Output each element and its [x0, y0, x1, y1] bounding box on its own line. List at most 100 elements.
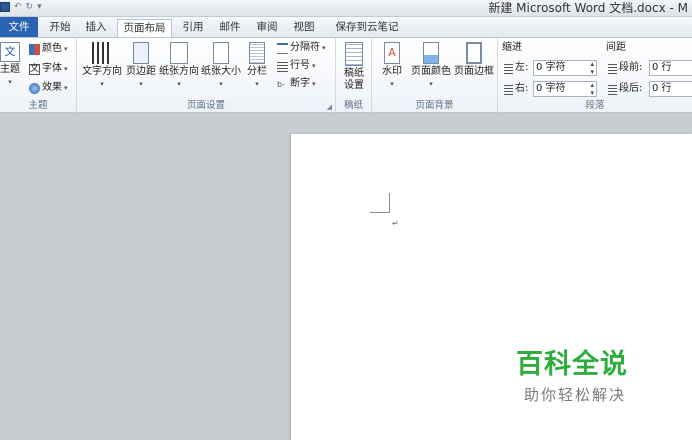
columns-button[interactable]: 分栏 ▾ [243, 42, 271, 90]
group-label-draft-paper: 稿纸 [343, 100, 363, 111]
watermark-icon: A [384, 42, 400, 64]
text-direction-button[interactable]: 文字方向 ▾ [81, 42, 123, 90]
ribbon: 文 主题 ▾ 颜色 ▾ 文 字体 ▾ 效果 ▾ 主题 文字方向 ▾ 页边距 ▾ … [0, 37, 692, 113]
page-borders-button[interactable]: 页面边框 [453, 42, 495, 78]
theme-effects-button[interactable]: 效果 ▾ [29, 82, 68, 94]
title-bar: ↶ ↻ ▾ 新建 Microsoft Word 文档.docx - M [0, 0, 692, 17]
margins-button[interactable]: 页边距 ▾ [124, 42, 158, 90]
window-title: 新建 Microsoft Word 文档.docx - M [488, 1, 688, 15]
draft-paper-settings-button[interactable]: 稿纸 设置 [339, 42, 369, 92]
chevron-down-icon: ▾ [64, 45, 68, 53]
color-palette-icon [29, 43, 40, 55]
group-draft-paper: 稿纸 设置 稿纸 [336, 38, 372, 113]
theme-colors-button[interactable]: 颜色 ▾ [29, 43, 68, 55]
group-themes: 文 主题 ▾ 颜色 ▾ 文 字体 ▾ 效果 ▾ 主题 [0, 38, 77, 113]
breaks-button[interactable]: 分隔符 ▾ [277, 42, 326, 54]
watermark-label: 水印 [382, 66, 402, 77]
chevron-down-icon: ▾ [64, 84, 68, 92]
save-icon[interactable] [0, 2, 10, 12]
group-page-setup: 文字方向 ▾ 页边距 ▾ 纸张方向 ▾ 纸张大小 ▾ 分栏 ▾ 分隔符 ▾ 行号… [77, 38, 336, 113]
draft-paper-icon [345, 42, 363, 66]
group-label-paragraph: 段落 [585, 100, 605, 111]
spacing-before-icon [608, 62, 617, 74]
indent-right-value: 0 字符 [536, 83, 566, 94]
page-color-icon [423, 42, 439, 64]
line-numbers-button[interactable]: 行号 ▾ [277, 60, 316, 72]
undo-icon[interactable]: ↶ [14, 1, 22, 13]
breaks-label: 分隔符 [290, 42, 320, 53]
spacing-after-field[interactable]: 0 行 [649, 81, 692, 97]
tab-home[interactable]: 开始 [44, 19, 76, 37]
themes-button[interactable]: 文 主题 ▾ [0, 42, 22, 88]
themes-label: 主题 [0, 64, 20, 75]
draft-paper-label-line1: 稿纸 [344, 68, 364, 79]
tab-page-layout[interactable]: 页面布局 [117, 19, 172, 37]
document-page[interactable] [291, 134, 692, 440]
page-color-button[interactable]: 页面颜色 ▾ [410, 42, 452, 90]
spacing-after-icon [608, 83, 617, 95]
margins-label: 页边距 [126, 66, 156, 77]
orientation-button[interactable]: 纸张方向 ▾ [158, 42, 200, 90]
indent-left-field[interactable]: 0 字符 ▴ ▾ [533, 60, 597, 76]
columns-icon [249, 42, 265, 64]
chevron-down-icon: ▾ [64, 65, 68, 73]
indent-right-icon [504, 83, 513, 95]
spacing-heading: 间距 [606, 42, 626, 53]
group-label-page-setup: 页面设置 [186, 100, 225, 111]
chevron-down-icon: ▾ [100, 80, 104, 88]
spinner-arrows-icon[interactable]: ▴ ▾ [590, 81, 594, 97]
spacing-after-value: 0 行 [652, 83, 672, 94]
quick-access-toolbar: ↶ ↻ ▾ [0, 1, 42, 13]
line-numbers-label: 行号 [290, 60, 310, 71]
watermark-button[interactable]: A 水印 ▾ [378, 42, 406, 90]
orientation-icon [170, 42, 188, 64]
columns-label: 分栏 [247, 66, 267, 77]
line-numbers-icon [277, 60, 288, 72]
customize-qat-icon[interactable]: ▾ [37, 1, 42, 13]
chevron-down-icon: ▾ [139, 80, 143, 88]
tab-file[interactable]: 文件 [0, 17, 38, 37]
tab-mailings[interactable]: 邮件 [214, 19, 246, 37]
hyphenation-button[interactable]: b- 断字 ▾ [277, 78, 316, 90]
ribbon-tabs: 文件 开始 插入 页面布局 引用 邮件 审阅 视图 保存到云笔记 [0, 17, 692, 37]
orientation-label: 纸张方向 [159, 66, 199, 77]
indent-right-field[interactable]: 0 字符 ▴ ▾ [533, 81, 597, 97]
chevron-down-icon: ▾ [177, 80, 181, 88]
paragraph-mark: ↵ [392, 219, 399, 228]
size-button[interactable]: 纸张大小 ▾ [200, 42, 242, 90]
group-paragraph: 缩进 左: 0 字符 ▴ ▾ 右: 0 字符 ▴ ▾ 间距 段前: 0 行 段后: [498, 38, 692, 113]
margin-corner-mark [370, 193, 390, 213]
theme-effects-label: 效果 [42, 82, 62, 93]
size-label: 纸张大小 [201, 66, 241, 77]
chevron-down-icon: ▾ [390, 80, 394, 88]
theme-colors-label: 颜色 [42, 43, 62, 54]
themes-icon: 文 [0, 42, 20, 62]
effects-icon [29, 82, 40, 94]
spacing-before-field[interactable]: 0 行 [649, 60, 692, 76]
text-direction-icon [92, 42, 112, 64]
breaks-icon [277, 42, 288, 54]
hyphenation-icon: b- [277, 79, 285, 89]
tab-references[interactable]: 引用 [177, 19, 209, 37]
spinner-arrows-icon[interactable]: ▴ ▾ [590, 60, 594, 76]
tab-save-to-cloud-notes[interactable]: 保存到云笔记 [330, 19, 404, 37]
spacing-before-value: 0 行 [652, 62, 672, 73]
group-label-themes: 主题 [28, 100, 48, 111]
redo-icon[interactable]: ↻ [26, 1, 34, 13]
theme-fonts-button[interactable]: 文 字体 ▾ [29, 63, 68, 75]
text-direction-label: 文字方向 [82, 66, 122, 77]
tab-view[interactable]: 视图 [288, 19, 320, 37]
draft-paper-label-line2: 设置 [344, 80, 364, 91]
tab-review[interactable]: 审阅 [251, 19, 283, 37]
indent-left-text: 左: [515, 62, 529, 73]
tab-insert[interactable]: 插入 [80, 19, 112, 37]
group-label-page-background: 页面背景 [415, 100, 454, 111]
page-borders-label: 页面边框 [454, 66, 494, 77]
page-color-label: 页面颜色 [411, 66, 451, 77]
site-watermark-subtitle: 助你轻松解决 [524, 386, 627, 404]
spacing-after-label: 段后: [608, 83, 642, 95]
paper-size-icon [213, 42, 229, 64]
spacing-before-text: 段前: [619, 62, 643, 73]
spacing-after-text: 段后: [619, 83, 643, 94]
indent-heading: 缩进 [502, 42, 522, 53]
